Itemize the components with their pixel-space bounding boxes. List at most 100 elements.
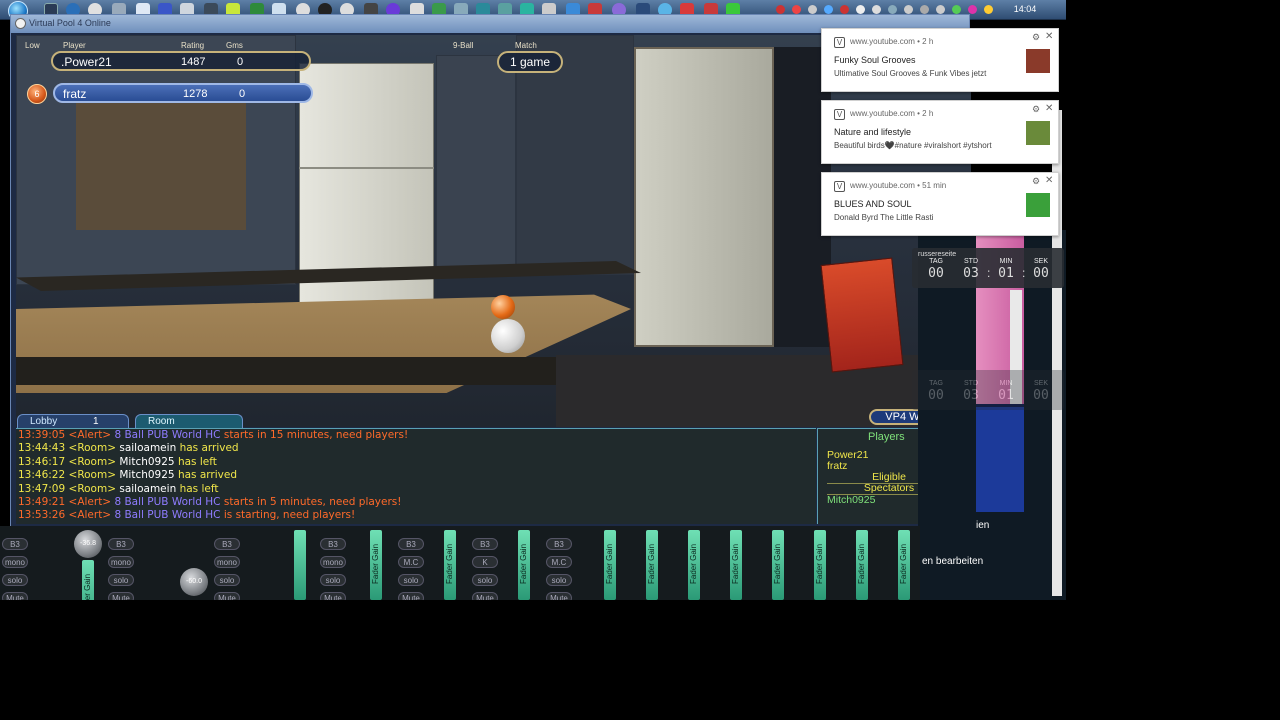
notification-source: www.youtube.com • 2 h [850,109,934,118]
gain-knob[interactable]: -60.0 [180,568,208,596]
fader-gain[interactable]: Fader Gain [82,560,94,600]
countdown-widget[interactable]: russereseite TAG STD MIN SEK 00 03 : 01 … [912,248,1064,288]
notification-thumbnail [1026,49,1050,73]
chat-line: 13:46:22 <Room> Mitch0925 has arrived [18,469,237,482]
notification[interactable]: V www.youtube.com • 51 min ⚙ ✕ BLUES AND… [821,172,1059,236]
match-length[interactable]: 1 game [497,51,563,73]
chat-line: 13:44:43 <Room> sailoamein has arrived [18,442,239,455]
solo-button[interactable]: solo [214,574,240,586]
b3-button[interactable]: B3 [108,538,134,550]
mute-button[interactable]: Mute [320,592,346,600]
mute-button[interactable]: Mute [214,592,240,600]
fader-gain-label: Fader Gain [899,543,908,585]
chat-line: 13:53:26 <Alert> 8 Ball PUB World HC is … [18,509,356,522]
chat-log[interactable]: 13:39:05 <Alert> 8 Ball PUB World HC sta… [16,428,816,524]
tray-icon[interactable] [776,5,785,14]
tray-icon[interactable] [792,5,801,14]
fader-gain-label: Fader Gain [857,543,866,585]
mute-button[interactable]: Mute [108,592,134,600]
background-label[interactable]: ien [976,520,989,531]
countdown-label-days: TAG [929,258,943,265]
tray-icon[interactable] [824,5,833,14]
solo-button[interactable]: solo [398,574,424,586]
mono-button[interactable]: mono [2,556,28,568]
solo-button[interactable]: solo [546,574,572,586]
fader-gain[interactable]: Fader Gain [370,530,382,600]
countdown-label-days: TAG [929,380,943,387]
solo-button[interactable]: solo [472,574,498,586]
fader-gain[interactable]: Fader Gain [444,530,456,600]
tray-icon[interactable] [808,5,817,14]
fader-gain[interactable]: Fader Gain [688,530,700,600]
tray-icon[interactable] [984,5,993,14]
fader-gain[interactable]: Fader Gain [604,530,616,600]
tray-icon[interactable] [856,5,865,14]
lobby-count: 1 [93,416,99,427]
countdown-label-hours: STD [964,380,978,387]
refrigerator-door-line [299,167,434,169]
b3-button[interactable]: B3 [214,538,240,550]
fader-gain[interactable]: Fader Gain [646,530,658,600]
cue-ball[interactable] [491,319,525,353]
fader-gain[interactable] [294,530,306,600]
fader-gain[interactable]: Fader Gain [730,530,742,600]
tray-icon[interactable] [904,5,913,14]
mute-button[interactable]: Mute [398,592,424,600]
tray-icon[interactable] [840,5,849,14]
tray-icon[interactable] [968,5,977,14]
mute-button[interactable]: Mute [472,592,498,600]
tray-icon[interactable] [920,5,929,14]
gear-icon[interactable]: ⚙ [1032,104,1040,115]
close-icon[interactable]: ✕ [1045,31,1053,42]
tray-icon[interactable] [952,5,961,14]
background-edit-label[interactable]: en bearbeiten [922,556,983,567]
spectator-list-item[interactable]: Mitch0925 [827,494,875,506]
gear-icon[interactable]: ⚙ [1032,32,1040,43]
tray-icon[interactable] [872,5,881,14]
tab-room[interactable]: Room [135,414,243,428]
b3-button[interactable]: B3 [546,538,572,550]
tray-icon[interactable] [888,5,897,14]
solo-button[interactable]: solo [108,574,134,586]
gear-icon[interactable]: ⚙ [1032,176,1040,187]
fader-gain[interactable]: Fader Gain [814,530,826,600]
b3-button[interactable]: B3 [472,538,498,550]
fader-gain[interactable]: Fader Gain [518,530,530,600]
solo-button[interactable]: solo [2,574,28,586]
tab-lobby[interactable]: Lobby [17,414,129,428]
player-row[interactable]: .Power21 1487 0 [51,51,311,71]
mono-button[interactable]: mono [108,556,134,568]
fader-gain[interactable]: Fader Gain [898,530,910,600]
notification-title: Funky Soul Grooves [834,55,916,65]
mc-button[interactable]: M.C [546,556,572,568]
tab-room-label: Room [148,416,175,427]
tray-icon[interactable] [936,5,945,14]
notification[interactable]: V www.youtube.com • 2 h ⚙ ✕ Funky Soul G… [821,28,1059,92]
close-icon[interactable]: ✕ [1045,103,1053,114]
header-games: Gms [226,41,243,50]
k-button[interactable]: K [472,556,498,568]
mono-button[interactable]: mono [320,556,346,568]
b3-button[interactable]: B3 [320,538,346,550]
mono-button[interactable]: mono [214,556,240,568]
wooden-door [634,47,774,347]
mute-button[interactable]: Mute [2,592,28,600]
notification-source: www.youtube.com • 2 h [850,37,934,46]
fader-gain[interactable]: Fader Gain [856,530,868,600]
mute-button[interactable]: Mute [546,592,572,600]
fader-gain-label: Fader Gain [815,543,824,585]
fader-gain[interactable]: Fader Gain [772,530,784,600]
gain-knob[interactable]: -36.8 [74,530,102,558]
b3-button[interactable]: B3 [398,538,424,550]
player-row-active[interactable]: fratz 1278 0 [53,83,313,103]
countdown-label-seconds: SEK [1033,258,1048,265]
b3-button[interactable]: B3 [2,538,28,550]
solo-button[interactable]: solo [320,574,346,586]
table-front [16,357,556,385]
close-icon[interactable]: ✕ [1045,175,1053,186]
object-ball[interactable] [491,295,515,319]
notification[interactable]: V www.youtube.com • 2 h ⚙ ✕ Nature and l… [821,100,1059,164]
taskbar-clock[interactable]: 14:04 [1010,4,1040,14]
mc-button[interactable]: M.C [398,556,424,568]
window-title: Virtual Pool 4 Online [29,18,111,28]
